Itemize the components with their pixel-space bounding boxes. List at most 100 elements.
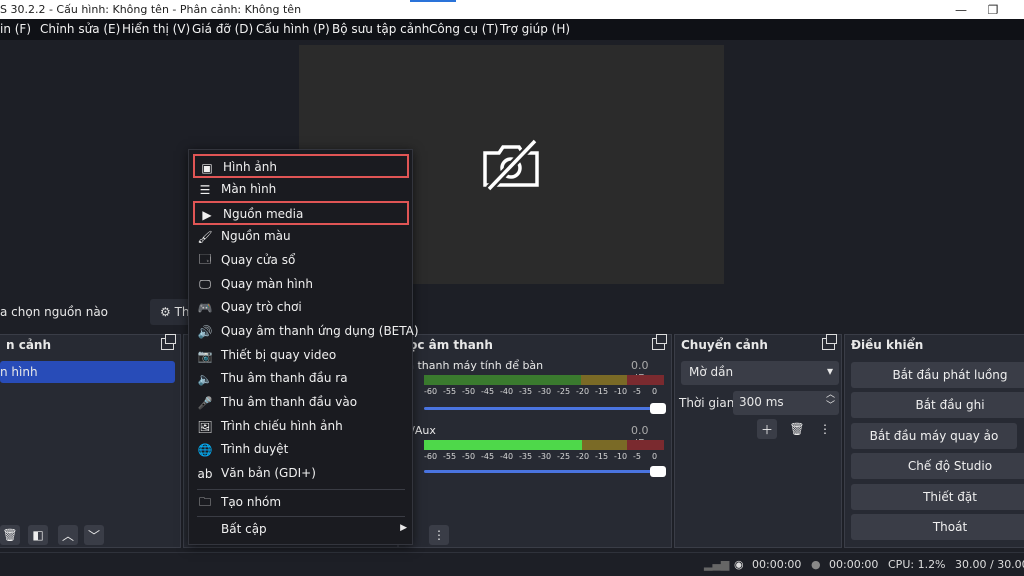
transitions-dock: Chuyển cảnh Mờ dần ▾ Thời gian 300 ms ︿ ﹀… <box>674 334 842 548</box>
scale-tick-label: -45 <box>481 387 495 396</box>
menu-item[interactable]: 🎤 Thu âm thanh đầu vào <box>193 391 409 415</box>
settings-button[interactable]: Thiết đặt <box>851 484 1024 510</box>
scale-tick-label: -45 <box>481 452 495 461</box>
menu-item-deprecated[interactable]: Bất cập ▶ <box>193 518 409 542</box>
menu-item[interactable]: 🖌 Nguồn màu <box>193 225 409 249</box>
scale-tick-label: 0 <box>652 387 658 396</box>
no-source-label: a chọn nguồn nào <box>0 305 109 319</box>
scale-tick-label: -55 <box>443 452 457 461</box>
menu-item-group[interactable]: 🗀 Tạo nhóm <box>193 491 409 515</box>
menu-item-label: Quay âm thanh ứng dụng (BETA) <box>221 323 419 338</box>
menu-scene-collection[interactable]: Bộ sưu tập cảnh <box>332 22 429 36</box>
volume-slider[interactable] <box>424 403 666 414</box>
duration-input[interactable]: 300 ms ︿ ﹀ <box>733 390 839 415</box>
start-streaming-button[interactable]: Bắt đầu phát luồng <box>851 362 1024 388</box>
volume-knob[interactable] <box>650 466 666 477</box>
menu-item-label: Bất cập <box>221 522 267 536</box>
menu-item-label: Văn bản (GDI+) <box>221 466 316 481</box>
spin-arrows-icon[interactable]: ︿ ﹀ <box>826 390 835 412</box>
add-source-menu: ▣ Hình ảnh ☰ Màn hình ▶ Nguồn media 🖌 Nguồn màu… <box>188 149 419 545</box>
scale-tick-label: -60 <box>424 452 438 461</box>
transitions-title: Chuyển cảnh <box>681 338 768 352</box>
scene-item[interactable]: n hình <box>0 361 175 383</box>
menu-edit[interactable]: Chỉnh sửa (E) <box>40 22 120 36</box>
menu-item[interactable]: 🎮 Quay trò chơi <box>193 296 409 320</box>
stream-icon: ◉ <box>734 558 744 571</box>
camera-off-icon <box>483 139 539 191</box>
menu-help[interactable]: Trợ giúp (H) <box>500 22 570 36</box>
stream-time: 00:00:00 <box>752 558 802 571</box>
menu-item[interactable]: 🔊 Quay âm thanh ứng dụng (BETA) <box>193 320 419 344</box>
exit-button[interactable]: Thoát <box>851 514 1024 540</box>
menu-item[interactable]: ab Văn bản (GDI+) <box>193 462 409 486</box>
trash-icon[interactable]: 🗑 <box>0 525 20 545</box>
menu-item-label: Trình duyệt <box>221 442 289 457</box>
menu-item-label: Trình chiếu hình ảnh <box>221 418 343 433</box>
mixer-menu-icon[interactable]: ⋮ <box>429 525 449 545</box>
menu-view[interactable]: Hiển thị (V) <box>122 22 190 36</box>
scale-tick-label: -5 <box>633 387 641 396</box>
menu-file[interactable]: in (F) <box>0 22 31 36</box>
add-transition-icon[interactable]: ＋ <box>757 419 777 439</box>
camera-icon: 📷 <box>197 348 213 363</box>
audio-mixer-dock: lọc âm thanh n thanh máy tính để bàn 0.0… <box>398 334 672 548</box>
move-up-icon[interactable]: ︿ <box>58 525 78 545</box>
menu-item[interactable]: 🌐 Trình duyệt <box>193 438 409 462</box>
filter-icon[interactable]: ◧ <box>28 525 48 545</box>
menu-item[interactable]: 🔈 Thu âm thanh đầu ra <box>193 367 409 391</box>
scale-tick-label: -20 <box>576 452 590 461</box>
more-options-icon[interactable]: ⋮ <box>815 419 835 439</box>
minimize-button[interactable]: — <box>946 0 976 19</box>
microphone-icon: 🎤 <box>197 396 213 410</box>
title-accent <box>410 0 456 2</box>
move-down-icon[interactable]: ﹀ <box>84 525 104 545</box>
menu-profile[interactable]: Cấu hình (P) <box>256 22 330 36</box>
menu-tools[interactable]: Công cụ (T) <box>429 22 498 36</box>
text-icon: ab <box>197 467 213 482</box>
menu-separator <box>197 516 405 517</box>
menu-item-label: Nguồn màu <box>221 229 291 244</box>
studio-mode-button[interactable]: Chế độ Studio <box>851 453 1024 479</box>
play-icon: ▶ <box>202 208 212 223</box>
menu-item[interactable]: 📷 Thiết bị quay video <box>193 344 409 368</box>
slideshow-icon: 🖼 <box>197 419 213 434</box>
menu-item[interactable]: 🖼 Trình chiếu hình ảnh <box>193 415 409 439</box>
speaker-icon: 🔈 <box>197 372 213 387</box>
duration-label: Thời gian <box>679 396 735 410</box>
window-icon: 🗔 <box>198 252 212 267</box>
scale-tick-label: -40 <box>500 452 514 461</box>
menu-item[interactable]: ☰ Màn hình <box>193 178 409 202</box>
fps: 30.00 / 30.00 <box>955 558 1024 571</box>
menu-docks[interactable]: Giá đỡ (D) <box>192 22 253 36</box>
menu-separator <box>197 489 405 490</box>
menu-item-label: Màn hình <box>221 181 277 196</box>
menu-item-label: Thu âm thanh đầu vào <box>221 395 358 409</box>
dock-float-icon[interactable] <box>652 334 667 350</box>
channel-name: n thanh máy tính để bàn <box>407 359 544 372</box>
scale-tick-label: -35 <box>519 387 533 396</box>
restore-button[interactable]: ❐ <box>978 0 1008 19</box>
menu-item-label: Hình ảnh <box>223 160 277 174</box>
menu-item[interactable]: 🖵 Quay màn hình <box>193 273 409 297</box>
scenes-dock: n cảnh n hình 🗑 ◧ ︿ ﹀ <box>0 334 181 548</box>
scale-tick-label: -25 <box>557 452 571 461</box>
scale-tick-label: -60 <box>424 387 438 396</box>
menu-item[interactable]: ▣ Hình ảnh <box>193 154 409 178</box>
volume-slider[interactable] <box>424 466 666 477</box>
menu-item-label: Quay cửa sổ <box>221 252 296 267</box>
dock-float-icon[interactable] <box>822 334 837 350</box>
start-recording-button[interactable]: Bắt đầu ghi <box>851 392 1024 418</box>
menu-item[interactable]: ▶ Nguồn media <box>193 201 409 226</box>
dock-float-icon[interactable] <box>161 334 176 350</box>
menu-item[interactable]: 🗔 Quay cửa sổ <box>193 249 409 273</box>
globe-icon: 🌐 <box>197 443 213 458</box>
start-virtual-camera-button[interactable]: Bắt đầu máy quay ảo <box>851 423 1017 449</box>
volume-meter <box>424 375 664 385</box>
scale-tick-label: -30 <box>538 452 552 461</box>
volume-knob[interactable] <box>650 403 666 414</box>
trash-icon[interactable]: 🗑 <box>787 419 807 439</box>
menu-item-label: Nguồn media <box>223 207 304 222</box>
record-time: 00:00:00 <box>829 558 879 571</box>
transition-select[interactable]: Mờ dần ▾ <box>681 361 839 385</box>
scale-tick-label: -30 <box>538 387 552 396</box>
